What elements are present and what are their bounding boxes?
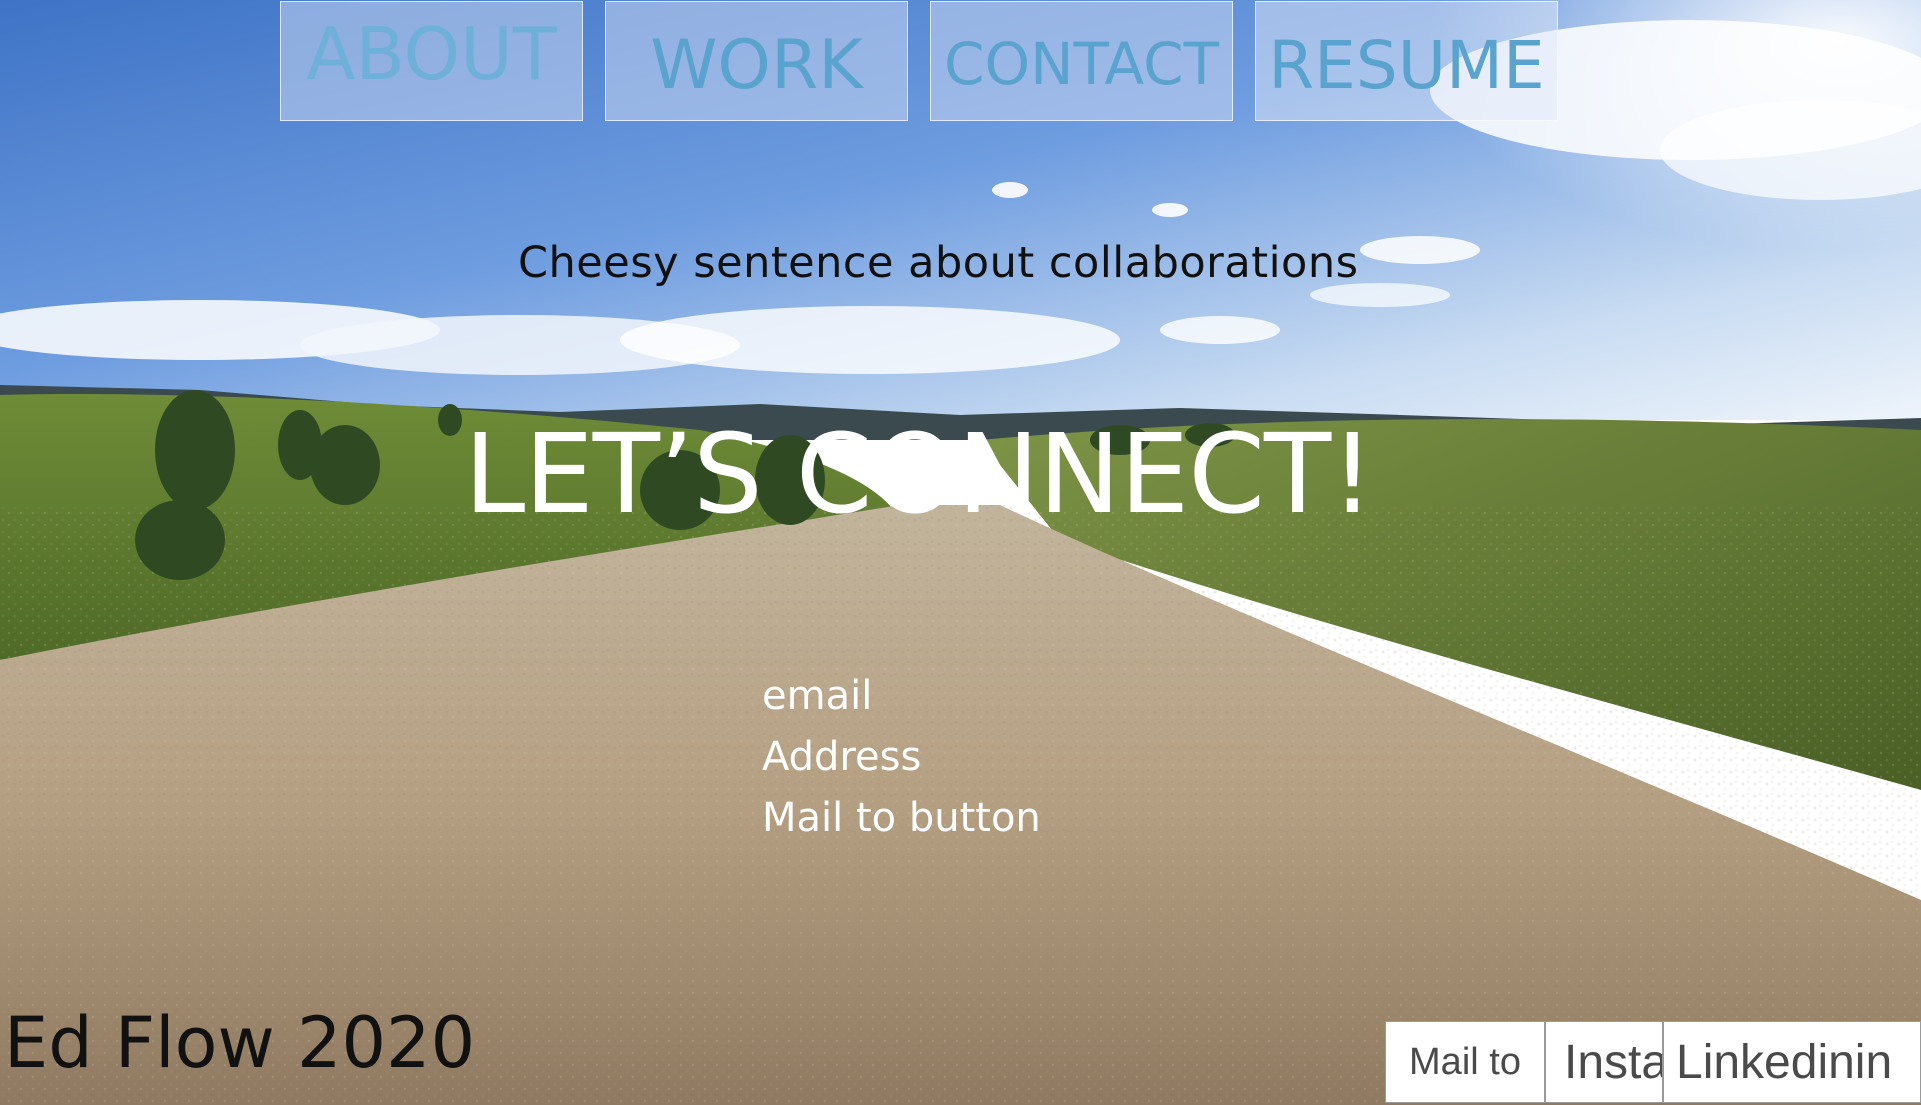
nav-work-button[interactable]: WORK <box>605 1 908 121</box>
contact-address: Address <box>762 734 922 780</box>
nav-about-button[interactable]: ABOUT <box>280 1 583 121</box>
contact-info-list: email Address Mail to button <box>762 668 1041 851</box>
top-navigation: ABOUT WORK CONTACT RESUME <box>0 0 1921 125</box>
contact-email: email <box>762 673 873 719</box>
mailto-button[interactable]: Mail to <box>1385 1021 1545 1103</box>
nav-contact-button[interactable]: CONTACT <box>930 1 1233 121</box>
background-landscape-photo <box>0 0 1921 1105</box>
hero-tagline: Cheesy sentence about collaborations <box>518 238 1359 288</box>
contact-mailto-placeholder: Mail to button <box>762 795 1041 841</box>
footer-brand: Ed Flow 2020 <box>4 1002 476 1084</box>
linkedin-button[interactable]: Linkedinin <box>1663 1021 1921 1103</box>
hero-headline: LET’S CONNECT! <box>464 410 1374 538</box>
instagram-button[interactable]: Insta <box>1545 1021 1663 1103</box>
social-links: Mail to Insta Linkedinin <box>1385 1021 1921 1103</box>
nav-resume-button[interactable]: RESUME <box>1255 1 1558 121</box>
